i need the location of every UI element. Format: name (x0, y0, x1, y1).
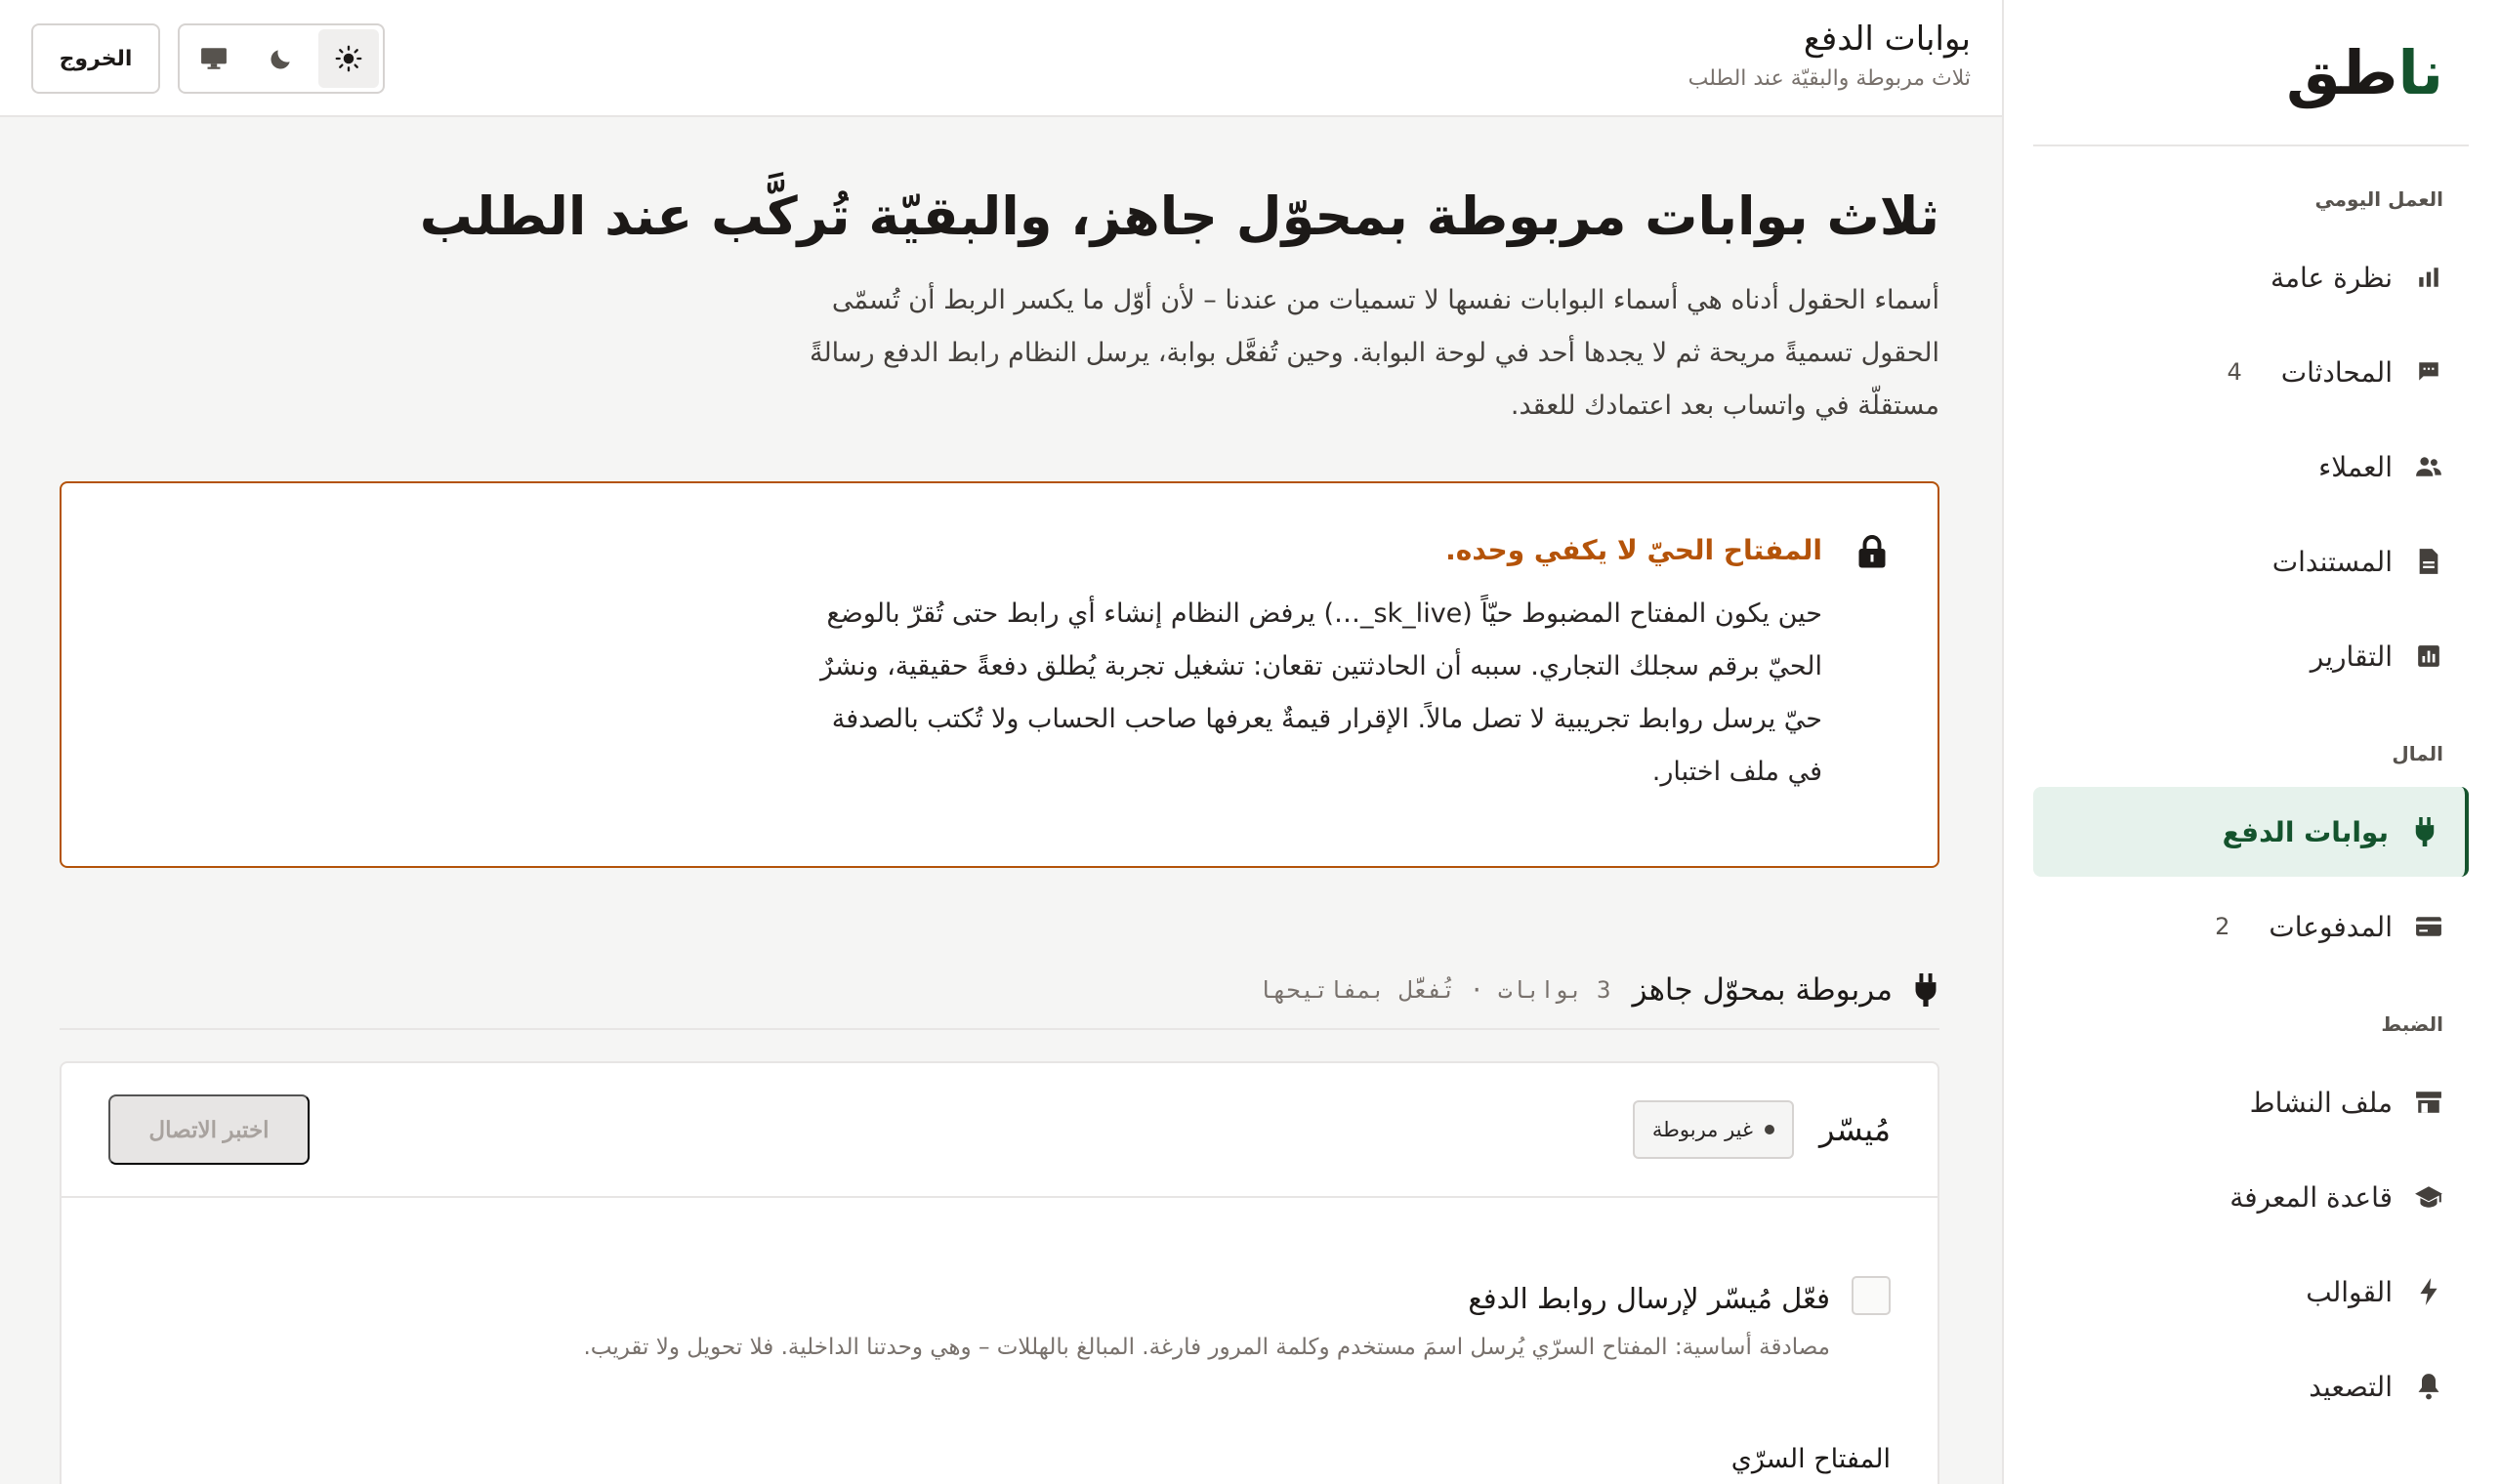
gateway-card-header: مُيسّر غير مربوطة اختبر الاتصال (62, 1063, 1938, 1198)
sidebar-item-label: التقارير (2310, 639, 2393, 673)
gateway-card: مُيسّر غير مربوطة اختبر الاتصال فعّل مُي… (60, 1061, 1939, 1484)
section-header: مربوطة بمحوّل جاهز 3 بوابات · تُفعَّل بم… (60, 952, 1939, 1030)
graduation-cap-icon (2412, 1180, 2445, 1214)
status-badge: غير مربوطة (1632, 1100, 1794, 1159)
page-header-title: بوابات الدفع (1803, 20, 1971, 59)
status-dot-icon (1765, 1125, 1774, 1134)
bar-chart-icon (2412, 261, 2445, 294)
sidebar-item-payment-gateways[interactable]: بوابات الدفع (2033, 787, 2469, 877)
secret-key-label: المفتاح السرّي (1730, 1444, 1891, 1474)
status-text: غير مربوطة (1651, 1118, 1753, 1141)
sidebar-item-label: بوابات الدفع (2222, 815, 2389, 848)
theme-system-button[interactable] (184, 29, 244, 88)
sidebar-item-conversations[interactable]: المحادثات 4 (2033, 327, 2469, 417)
sidebar-item-label: ملف النشاط (2249, 1086, 2393, 1119)
theme-switcher (178, 23, 385, 94)
sidebar-item-label: المدفوعات (2269, 910, 2393, 943)
enable-gateway-checkbox[interactable] (1852, 1276, 1891, 1315)
sidebar-item-label: قاعدة المعرفة (2229, 1180, 2393, 1214)
page-description: أسماء الحقول أدناه هي أسماء البوابات نفس… (809, 285, 1939, 421)
sidebar-item-documents[interactable]: المستندات (2033, 516, 2469, 606)
top-bar: بوابات الدفع ثلاث مربوطة والبقيّة عند ال… (0, 0, 2002, 117)
sidebar-item-label: التصعيد (2309, 1370, 2393, 1403)
nav-heading: الضبط (2381, 1012, 2443, 1036)
lock-icon (1857, 534, 1887, 569)
sidebar-item-label: العملاء (2318, 450, 2393, 483)
plug-icon (1914, 973, 1938, 1007)
bell-icon (2412, 1370, 2445, 1403)
sidebar-item-templates[interactable]: القوالب (2033, 1247, 2469, 1337)
alert-body: حين يكون المفتاح المضبوط حيّاً (sk_live_… (819, 598, 1822, 787)
store-icon (2412, 1086, 2445, 1119)
main-content: ثلاث بوابات مربوطة بمحوّل جاهز، والبقيّة… (0, 119, 2002, 1484)
users-icon (2412, 450, 2445, 483)
nav-section-settings: الضبط ملف النشاط قاعدة المعرفة القوالب ا… (2033, 1012, 2469, 1431)
sidebar: نا طق العمل اليومي نظرة عامة المحادثات 4 … (2002, 0, 2500, 1484)
section-meta: 3 بوابات · تُفعَّل بمفاتيحها (1258, 976, 1611, 1004)
live-key-warning: المفتاح الحيّ لا يكفي وحده. حين يكون الم… (60, 481, 1939, 868)
alert-title: المفتاح الحيّ لا يكفي وحده. (1445, 534, 1822, 566)
credit-card-icon (2412, 910, 2445, 943)
plug-icon (2408, 815, 2441, 848)
page-header: بوابات الدفع ثلاث مربوطة والبقيّة عند ال… (1688, 20, 1971, 91)
page-title: ثلاث بوابات مربوطة بمحوّل جاهز، والبقيّة… (419, 186, 1939, 247)
sidebar-item-knowledge-base[interactable]: قاعدة المعرفة (2033, 1152, 2469, 1242)
sun-icon (335, 45, 362, 72)
section-title: مربوطة بمحوّل جاهز (1632, 972, 1893, 1008)
sidebar-item-payments[interactable]: المدفوعات 2 (2033, 882, 2469, 971)
sidebar-item-escalation[interactable]: التصعيد (2033, 1341, 2469, 1431)
sidebar-item-label: المستندات (2271, 545, 2393, 578)
sidebar-item-business-profile[interactable]: ملف النشاط (2033, 1057, 2469, 1147)
enable-gateway-row: فعّل مُيسّر لإرسال روابط الدفع (108, 1274, 1891, 1315)
sidebar-item-overview[interactable]: نظرة عامة (2033, 232, 2469, 322)
nav-heading: المال (2392, 742, 2443, 765)
nav-section-daily: العمل اليومي نظرة عامة المحادثات 4 العمل… (2033, 187, 2469, 701)
unread-count-badge: 4 (2227, 358, 2242, 386)
monitor-icon (200, 46, 228, 71)
sidebar-item-customers[interactable]: العملاء (2033, 422, 2469, 512)
document-icon (2412, 545, 2445, 578)
gateway-card-body: فعّل مُيسّر لإرسال روابط الدفع مصادقة أس… (62, 1198, 1938, 1474)
brand-logo[interactable]: نا طق (2033, 0, 2469, 146)
theme-light-button[interactable] (318, 29, 379, 88)
sidebar-item-reports[interactable]: التقارير (2033, 611, 2469, 701)
moon-icon (269, 46, 294, 71)
sidebar-item-label: المحادثات (2280, 355, 2393, 389)
theme-dark-button[interactable] (251, 29, 312, 88)
sidebar-item-label: القوالب (2306, 1275, 2393, 1308)
enable-gateway-label[interactable]: فعّل مُيسّر لإرسال روابط الدفع (1468, 1282, 1830, 1315)
brand-logo-text: طق (2286, 36, 2398, 108)
sidebar-item-label: نظرة عامة (2270, 261, 2393, 294)
enable-gateway-hint: مصادقة أساسية: المفتاح السرّي يُرسل اسمَ… (583, 1335, 1830, 1360)
brand-logo-accent: نا (2397, 36, 2443, 108)
page-header-subtitle: ثلاث مربوطة والبقيّة عند الطلب (1688, 66, 1971, 91)
bolt-icon (2412, 1275, 2445, 1308)
test-connection-button[interactable]: اختبر الاتصال (108, 1094, 310, 1165)
gateway-name: مُيسّر (1819, 1111, 1891, 1148)
pending-count-badge: 2 (2215, 913, 2230, 940)
chat-icon (2412, 355, 2445, 389)
nav-heading: العمل اليومي (2314, 187, 2443, 211)
nav-section-money: المال بوابات الدفع المدفوعات 2 (2033, 742, 2469, 971)
report-icon (2412, 639, 2445, 673)
logout-button[interactable]: الخروج (31, 23, 160, 94)
